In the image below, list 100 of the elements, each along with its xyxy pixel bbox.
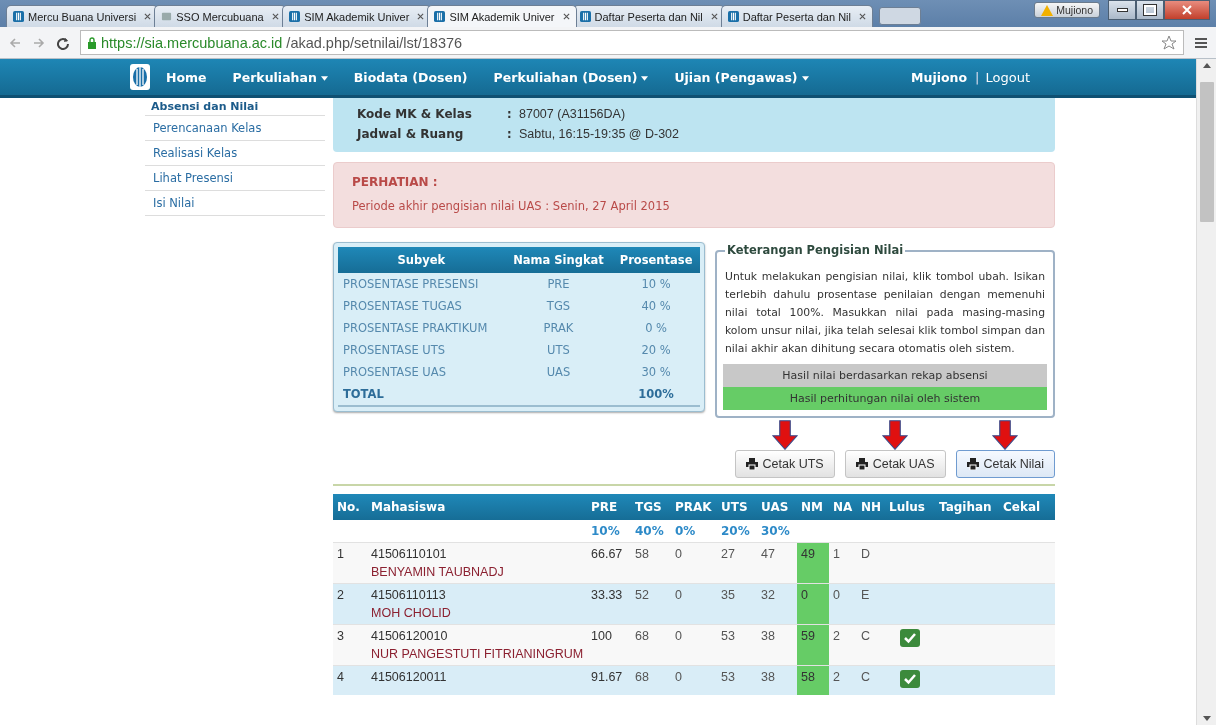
close-icon[interactable]	[272, 13, 280, 20]
column-header: TGS	[634, 499, 663, 516]
separator-text: |	[975, 69, 980, 85]
table-cell: 0	[675, 670, 682, 684]
table-cell: 0	[675, 588, 682, 602]
legend-bar: Hasil nilai berdasarkan rekap absensi	[723, 364, 1047, 387]
close-icon[interactable]	[562, 13, 570, 20]
table-cell-text: 30 %	[640, 364, 672, 381]
table-cell: 100	[591, 629, 612, 643]
lock-icon	[87, 36, 97, 49]
browser-tab[interactable]: SIM Akademik Univer	[427, 5, 577, 27]
check-icon	[900, 629, 920, 647]
sidebar-link[interactable]: Perencanaan Kelas	[145, 116, 325, 141]
sidebar-link[interactable]: Lihat Presensi	[145, 166, 325, 191]
column-header: Mahasiswa	[370, 499, 447, 516]
table-cell: 68	[635, 629, 649, 643]
column-header: PRAK	[674, 499, 713, 516]
print-button[interactable]: Cetak UTS	[734, 450, 835, 478]
info-value: Sabtu, 16:15-19:35 @ D-302	[519, 127, 680, 141]
column-header: UTS	[720, 499, 749, 516]
sidebar-heading: Absensi dan Nilai	[145, 98, 325, 116]
nav-menu-item[interactable]: Perkuliahan	[232, 69, 328, 85]
site-logo-icon	[434, 11, 446, 22]
alert-message: Periode akhir pengisian nilai UAS : Senin, 27 April 2015	[352, 199, 671, 213]
close-window-button[interactable]	[1164, 0, 1210, 20]
table-cell-text: 20 %	[640, 342, 672, 359]
table-cell: PRE	[504, 273, 613, 295]
weight-value: 40%	[634, 523, 665, 540]
close-icon[interactable]	[417, 13, 425, 20]
table-cell-text: TGS	[545, 298, 572, 315]
table-cell: 53	[721, 670, 735, 684]
nav-menu-item[interactable]: Biodata (Dosen)	[353, 69, 468, 85]
scrollbar[interactable]	[1196, 59, 1216, 725]
colon-text: :	[507, 127, 513, 141]
check-icon	[900, 670, 920, 688]
table-cell: 53	[721, 629, 735, 643]
student-name: NUR PANGESTUTI FITRIANINGRUM	[371, 647, 583, 661]
total-label: TOTAL	[338, 383, 505, 406]
weight-value: 10%	[590, 523, 621, 540]
caret-icon	[801, 75, 809, 81]
student-id: 41506110113	[371, 588, 447, 602]
student-id: 41506120011	[371, 670, 448, 684]
scroll-down-icon[interactable]	[1202, 716, 1211, 721]
table-cell: 4	[337, 670, 344, 684]
print-button[interactable]: Cetak Nilai	[955, 450, 1055, 478]
site-logo-icon	[289, 11, 301, 22]
table-cell: 2	[833, 670, 840, 684]
warning-icon	[1041, 4, 1054, 16]
column-header: Prosentase	[612, 247, 700, 273]
nav-menu-item[interactable]: Perkuliahan (Dosen)	[493, 69, 649, 85]
info-box-title: Keterangan Pengisian Nilai	[725, 243, 906, 257]
caret-icon	[320, 75, 328, 81]
table-cell: 38	[761, 629, 775, 643]
student-id: 41506120010	[371, 629, 449, 643]
table-cell-text: UTS	[546, 342, 571, 359]
column-header: Lulus	[888, 499, 926, 516]
logo-icon[interactable]	[130, 64, 150, 90]
printer-icon	[855, 458, 868, 470]
column-header: UAS	[760, 499, 790, 516]
reload-icon[interactable]	[56, 35, 70, 50]
table-cell: 32	[761, 588, 775, 602]
table-cell-text: 40 %	[640, 298, 672, 315]
table-cell: 33.33	[591, 588, 623, 602]
address-field[interactable]: https://sia.mercubuana.ac.id /akad.php/setnilai/lst/18376	[80, 30, 1184, 55]
student-name: MOH CHOLID	[371, 606, 452, 620]
profile-badge[interactable]: Mujiono	[1034, 2, 1100, 18]
close-icon[interactable]	[144, 13, 152, 20]
table-cell: 0	[675, 629, 682, 643]
star-icon[interactable]	[1161, 34, 1177, 51]
menu-icon[interactable]	[1194, 35, 1208, 50]
print-button[interactable]: Cetak UAS	[844, 450, 946, 478]
close-icon[interactable]	[710, 13, 718, 20]
user-name-link[interactable]: Mujiono	[911, 69, 968, 85]
table-cell-text: PRAK	[542, 320, 575, 337]
weight-value: 30%	[760, 523, 791, 540]
logout-link[interactable]: Logout	[985, 69, 1030, 85]
scrollbar-thumb[interactable]	[1199, 82, 1214, 222]
sidebar-link[interactable]: Realisasi Kelas	[145, 141, 325, 166]
table-cell: 52	[635, 588, 649, 602]
browser-tab[interactable]: Daftar Peserta dan Nil	[720, 5, 873, 27]
column-header: NH	[860, 499, 883, 516]
table-cell: C	[861, 670, 871, 684]
info-value: 87007 (A31156DA)	[519, 107, 626, 121]
table-cell: D	[861, 547, 871, 561]
scroll-up-icon[interactable]	[1202, 63, 1211, 68]
table-cell: 10 %	[612, 273, 700, 295]
column-header: Subyek	[338, 247, 505, 273]
new-tab-button[interactable]	[878, 7, 921, 25]
column-header: PRE	[590, 499, 619, 516]
nav-menu-item[interactable]: Ujian (Pengawas)	[674, 69, 809, 85]
close-icon[interactable]	[858, 13, 866, 20]
sidebar-link[interactable]: Isi Nilai	[145, 191, 325, 216]
table-cell: 38	[761, 670, 775, 684]
weight-value: 20%	[720, 523, 751, 540]
column-header: NM	[800, 499, 824, 516]
caret-icon	[641, 75, 649, 81]
minimize-button[interactable]	[1108, 0, 1136, 20]
nav-menu-item[interactable]: Home	[166, 69, 207, 85]
maximize-button[interactable]	[1136, 0, 1164, 20]
legend-bar: Hasil perhitungan nilai oleh sistem	[723, 387, 1047, 410]
